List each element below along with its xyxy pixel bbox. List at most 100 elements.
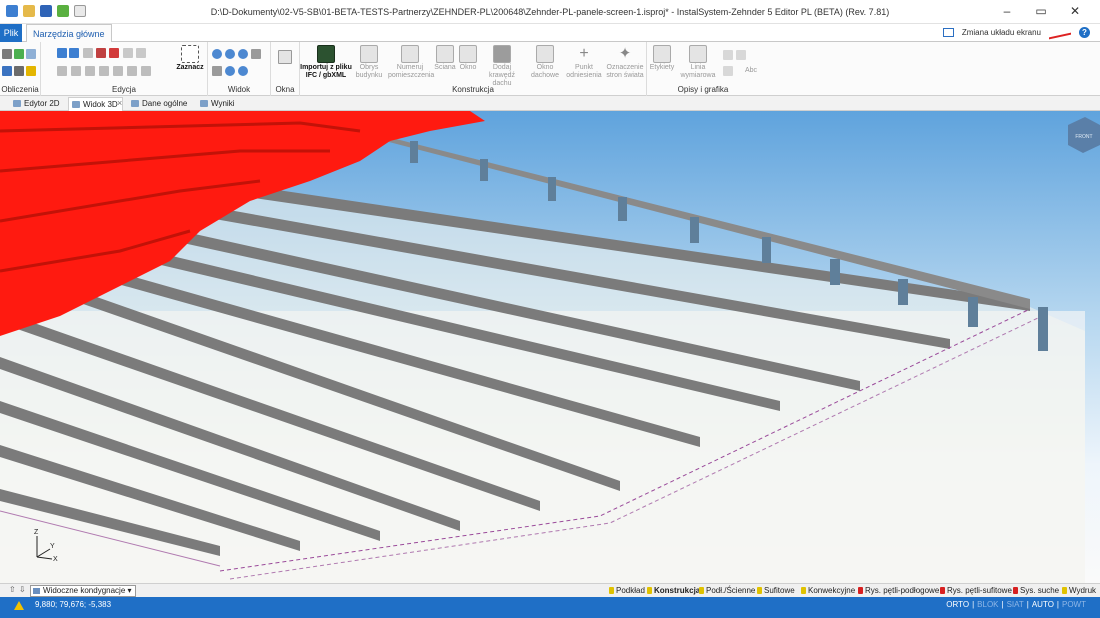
status-bar: 9,880; 79,676; -5,383 ORTO | BLOK | SIAT | … [0, 597, 1100, 618]
scene-3d[interactable]: FRONT Z Y X [0, 111, 1100, 583]
window-button[interactable]: Okno [457, 45, 479, 72]
layer-podl-scienne[interactable]: Podł./Ścienne [698, 585, 755, 597]
close-tab-icon[interactable]: × [117, 98, 122, 108]
calc-list-icon[interactable] [2, 66, 12, 76]
room-numbering-icon [401, 45, 419, 63]
zoom-in-icon[interactable] [212, 49, 222, 59]
arrow-down-icon[interactable]: ⇩ [19, 585, 26, 594]
zoom-previous-icon[interactable] [225, 66, 235, 76]
mode-blok[interactable]: BLOK [977, 600, 998, 609]
compass-button[interactable]: ✦ Oznaczenie stron świata [604, 45, 646, 80]
mode-auto[interactable]: AUTO [1032, 600, 1054, 609]
tab-editor-2d[interactable]: Edytor 2D [10, 97, 64, 111]
arrow-icon[interactable] [736, 50, 746, 60]
paste-icon[interactable] [123, 48, 133, 58]
reference-point-button[interactable]: + Punkt odniesienia [564, 45, 604, 80]
calc-color-icon[interactable] [26, 66, 36, 76]
rotate-icon[interactable] [85, 66, 95, 76]
screen-layout-button[interactable]: Zmiana układu ekranu [962, 28, 1041, 37]
mode-powt[interactable]: POWT [1062, 600, 1086, 609]
layer-konstrukcja[interactable]: Konstrukcja [646, 585, 700, 597]
cut-icon[interactable] [96, 48, 106, 58]
zoom-all-icon[interactable] [238, 66, 248, 76]
labels-icon [653, 45, 671, 63]
close-button[interactable]: ✕ [1058, 3, 1092, 19]
group-edycja: Zaznacz Edycja [41, 42, 208, 96]
pan-icon[interactable] [212, 66, 222, 76]
format-painter-icon[interactable] [136, 48, 146, 58]
tab-home[interactable]: Narzędzia główne [26, 24, 112, 43]
layer-wydruk[interactable]: Wydruk [1061, 585, 1096, 597]
snap-icon[interactable] [141, 66, 151, 76]
minimize-button[interactable]: – [990, 3, 1024, 19]
axis-y-label: Y [50, 543, 55, 550]
layer-konwekcyjne[interactable]: Konwekcyjne [800, 585, 855, 597]
axis-z-label: Z [34, 529, 39, 536]
window-title: D:\D-Dokumenty\02-V5-SB\01-BETA-TESTS-Pa… [210, 7, 890, 17]
dimension-line-button[interactable]: Linia wymiarowa [677, 45, 719, 80]
building-outline-button[interactable]: Obrys budynku [352, 45, 386, 80]
viewport-3d[interactable]: FRONT Z Y X [0, 111, 1100, 583]
dimension-line-icon [689, 45, 707, 63]
monitor-icon[interactable] [942, 28, 954, 37]
abc-text-tool[interactable]: Abc [745, 67, 757, 74]
building-outline-label: Obrys budynku [355, 64, 383, 79]
help-icon[interactable]: ? [1079, 27, 1090, 38]
layer-sys-suche[interactable]: Sys. suche [1012, 585, 1059, 597]
windows-menu-icon[interactable] [278, 50, 292, 64]
import-ifc-icon [317, 45, 335, 63]
scale-icon[interactable] [113, 66, 123, 76]
column-9 [968, 297, 978, 327]
group-label-obliczenia: Obliczenia [1, 85, 39, 94]
text-icon[interactable] [723, 50, 733, 60]
wall-button[interactable]: Ściana [433, 45, 457, 72]
undo-icon[interactable] [57, 48, 67, 58]
move-icon[interactable] [71, 66, 81, 76]
tab-file[interactable]: Plik [0, 24, 22, 42]
table-icon[interactable] [723, 66, 733, 76]
copy-icon[interactable] [83, 48, 93, 58]
mirror-icon[interactable] [57, 66, 67, 76]
warning-icon[interactable] [14, 601, 24, 610]
building-outline-icon [360, 45, 378, 63]
layer-sufitowe[interactable]: Sufitowe [756, 585, 795, 597]
import-ifc-label: Importuj z pliku IFC / gbXML [300, 64, 352, 79]
import-ifc-button[interactable]: Importuj z pliku IFC / gbXML [300, 45, 352, 80]
zoom-out-icon[interactable] [225, 49, 235, 59]
tab-results[interactable]: Wyniki [197, 97, 238, 111]
maximize-button[interactable]: ▭ [1024, 3, 1058, 19]
calc-report-icon[interactable] [14, 66, 24, 76]
layer-rys-petli-podlogowe[interactable]: Rys. pętli-podłogowe [857, 585, 939, 597]
cursor-coordinates: 9,880; 79,676; -5,383 [35, 600, 112, 609]
group-label-konstrukcja: Konstrukcja [452, 85, 494, 94]
room-numbering-button[interactable]: Numeruj pomieszczenia [388, 45, 434, 80]
reference-point-label: Punkt odniesienia [566, 64, 602, 79]
labels-button[interactable]: Etykiety [647, 45, 677, 72]
layer-rys-petli-sufitowe[interactable]: Rys. pętli-sufitowe [939, 585, 1012, 597]
redo-icon[interactable] [69, 48, 79, 58]
mode-orto[interactable]: ORTO [946, 600, 969, 609]
group-konstrukcja: Importuj z pliku IFC / gbXML Obrys budyn… [300, 42, 647, 96]
group-okna: Okna [271, 42, 300, 96]
array-icon[interactable] [127, 66, 137, 76]
roof-edge-button[interactable]: Dodaj krawędź dachu [480, 45, 524, 88]
layer-podklad[interactable]: Podkład [608, 585, 645, 597]
compass-label: Oznaczenie stron świata [606, 64, 644, 79]
calc-icon[interactable] [2, 49, 12, 59]
calc-run-icon[interactable] [14, 49, 24, 59]
delete-icon[interactable] [109, 48, 119, 58]
visible-levels-dropdown[interactable]: Widoczne kondygnacje ▾ [30, 585, 136, 597]
tab-general-data[interactable]: Dane ogólne [128, 97, 191, 111]
mode-siat[interactable]: SIAT [1007, 600, 1024, 609]
calc-table-icon[interactable] [26, 49, 36, 59]
align-icon[interactable] [99, 66, 109, 76]
zoom-extents-icon[interactable] [251, 49, 261, 59]
arrow-up-icon[interactable]: ⇧ [9, 585, 16, 594]
axis-x-label: X [53, 556, 58, 563]
zoom-window-icon[interactable] [238, 49, 248, 59]
select-button[interactable]: Zaznacz [175, 45, 205, 72]
levels-icon [33, 588, 40, 594]
tab-view-3d[interactable]: Widok 3D [68, 97, 123, 111]
roof-window-button[interactable]: Okno dachowe [528, 45, 562, 80]
reference-point-icon: + [575, 45, 593, 63]
